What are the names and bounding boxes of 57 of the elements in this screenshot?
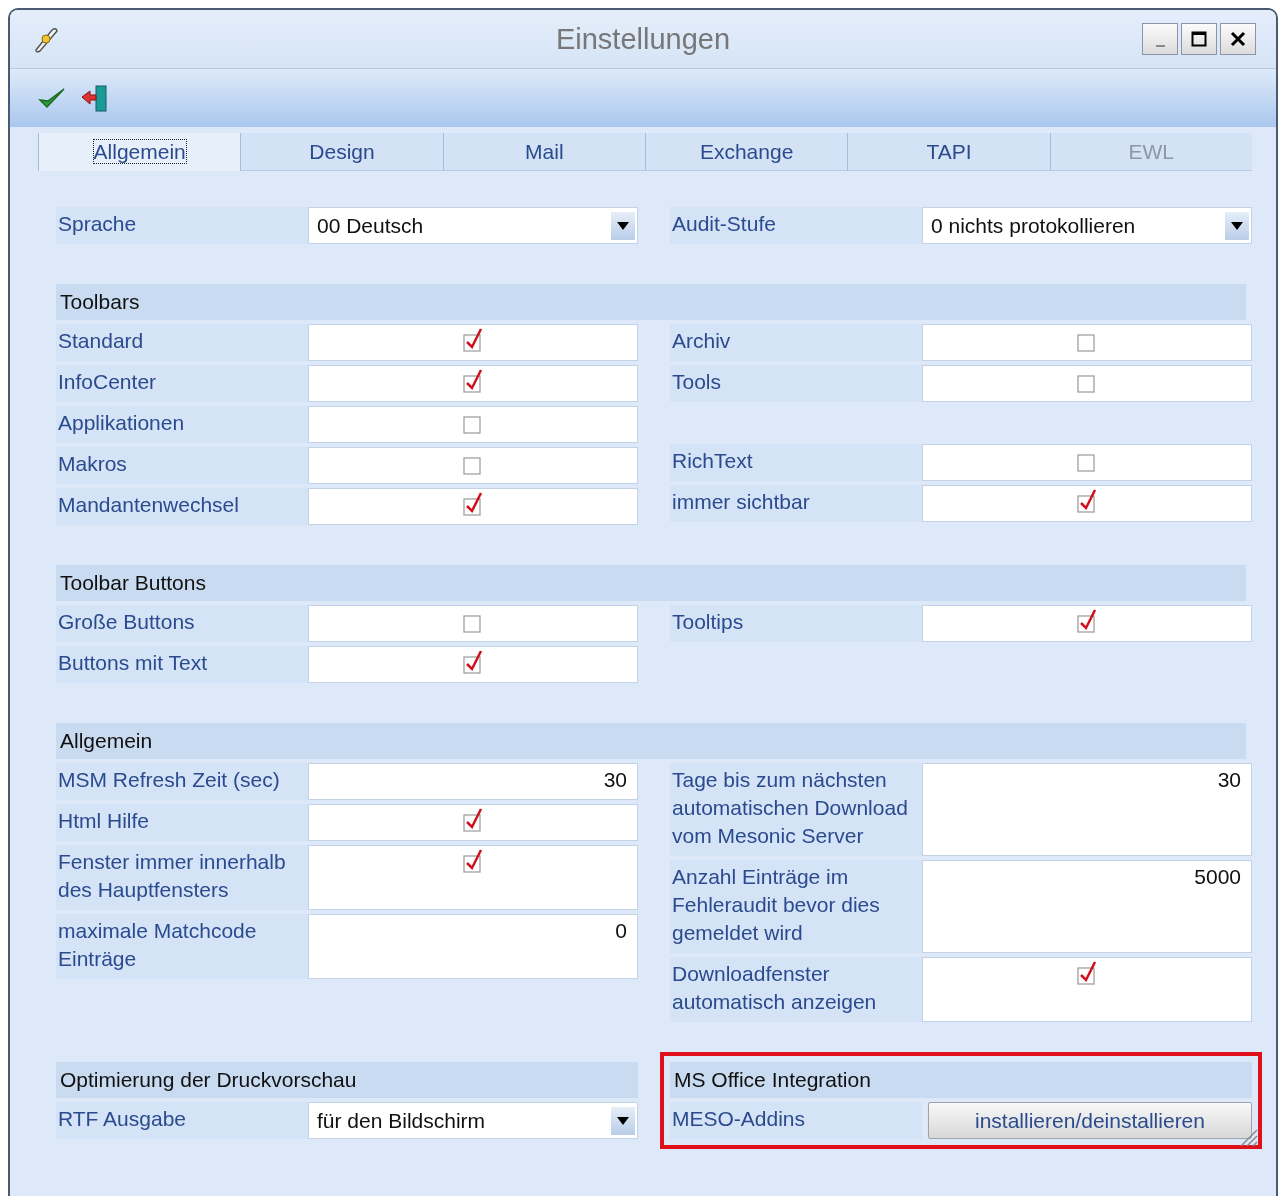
field-label: Tools xyxy=(670,365,922,402)
field-label: RTF Ausgabe xyxy=(56,1102,308,1139)
field-label: RichText xyxy=(670,444,922,481)
checkbox[interactable] xyxy=(462,848,484,874)
field-label: maximale Matchcode Einträge xyxy=(56,914,308,979)
maximize-button[interactable] xyxy=(1181,23,1217,55)
section-header: Optimierung der Druckvorschau xyxy=(56,1062,638,1098)
field-label: MESO-Addins xyxy=(670,1102,922,1139)
field-label: Anzahl Einträge im Fehleraudit bevor dies gemeldet wird xyxy=(670,860,922,953)
number-field[interactable]: 30 xyxy=(922,763,1252,856)
checkbox[interactable] xyxy=(462,649,484,675)
field-label: Applikationen xyxy=(56,406,308,443)
field-label: Mandantenwechsel xyxy=(56,488,308,525)
checkbox[interactable] xyxy=(462,368,484,394)
close-button[interactable] xyxy=(1220,23,1256,55)
tab[interactable]: Mail xyxy=(442,133,645,171)
field-label: Buttons mit Text xyxy=(56,646,308,683)
section-header: Allgemein xyxy=(56,723,1246,759)
tab[interactable]: TAPI xyxy=(847,133,1050,171)
section-header: Toolbars xyxy=(56,284,1246,320)
number-field[interactable]: 5000 xyxy=(922,860,1252,953)
number-field[interactable]: 0 xyxy=(308,914,638,979)
field-label: Standard xyxy=(56,324,308,361)
field-label: InfoCenter xyxy=(56,365,308,402)
tab[interactable]: Exchange xyxy=(645,133,848,171)
field-label: Tage bis zum nächsten automatischen Download vom Mesonic Server xyxy=(670,763,922,856)
tab[interactable]: Design xyxy=(240,133,443,171)
field-label: Html Hilfe xyxy=(56,804,308,841)
field-label: MSM Refresh Zeit (sec) xyxy=(56,763,308,800)
checkbox[interactable] xyxy=(1076,488,1098,514)
window-title: Einstellungen xyxy=(554,22,732,56)
field-label: immer sichtbar xyxy=(670,485,922,522)
checkbox[interactable] xyxy=(462,327,484,353)
checkbox[interactable] xyxy=(462,807,484,833)
close-icon xyxy=(1230,31,1246,47)
checkbox[interactable] xyxy=(462,491,484,517)
dropdown[interactable]: für den Bildschirm xyxy=(308,1102,638,1139)
field-label: Große Buttons xyxy=(56,605,308,642)
field-label: Archiv xyxy=(670,324,922,361)
field-label: Downloadfenster automatisch anzeigen xyxy=(670,957,922,1022)
field-label: Audit-Stufe xyxy=(670,207,922,244)
dropdown[interactable]: 00 Deutsch xyxy=(308,207,638,244)
field-label: Sprache xyxy=(56,207,308,244)
field-label: Tooltips xyxy=(670,605,922,642)
section-header: Toolbar Buttons xyxy=(56,565,1246,601)
dropdown[interactable]: 0 nichts protokollieren xyxy=(922,207,1252,244)
field-label: Fenster immer innerhalb des Hauptfensters xyxy=(56,845,308,910)
maximize-icon xyxy=(1191,31,1207,47)
checkmark-icon[interactable] xyxy=(38,86,66,110)
minimize-icon xyxy=(1155,45,1165,47)
field-label: Makros xyxy=(56,447,308,484)
tab[interactable]: Allgemein xyxy=(38,133,241,171)
checkbox[interactable] xyxy=(1076,960,1098,986)
checkbox[interactable] xyxy=(1076,608,1098,634)
number-field[interactable]: 30 xyxy=(308,763,638,800)
section-header: MS Office Integration xyxy=(670,1062,1252,1098)
install-button[interactable]: installieren/deinstallieren xyxy=(928,1102,1252,1139)
